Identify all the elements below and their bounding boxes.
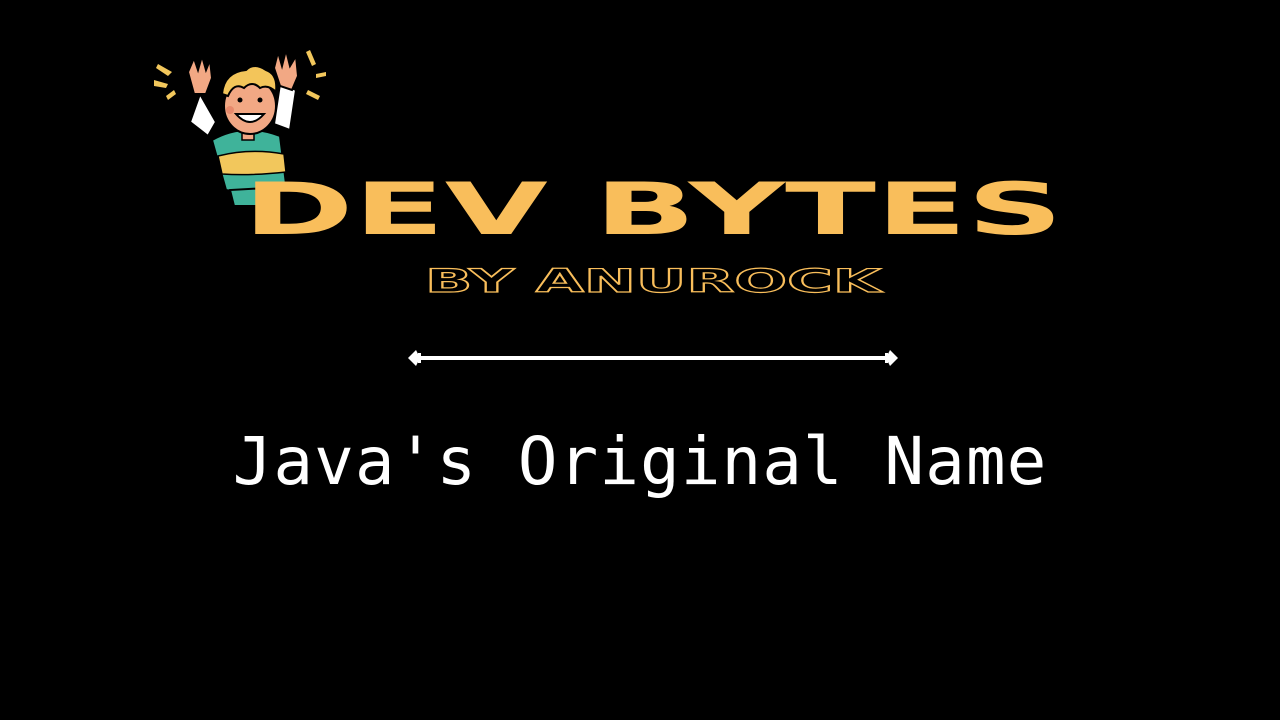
brand-title-text: DEV BYTES bbox=[243, 167, 1063, 251]
topic-title: Java's Original Name bbox=[232, 423, 1048, 500]
brand-title: DEV BYTES bbox=[243, 167, 1063, 251]
brand-subtitle: BY ANUROCK bbox=[424, 261, 884, 300]
slide-canvas: DEV BYTES BY ANUROCK Java's Original Nam… bbox=[0, 0, 1280, 720]
brand-subtitle-text: BY ANUROCK bbox=[425, 262, 883, 300]
ornamental-divider-icon bbox=[408, 350, 898, 366]
